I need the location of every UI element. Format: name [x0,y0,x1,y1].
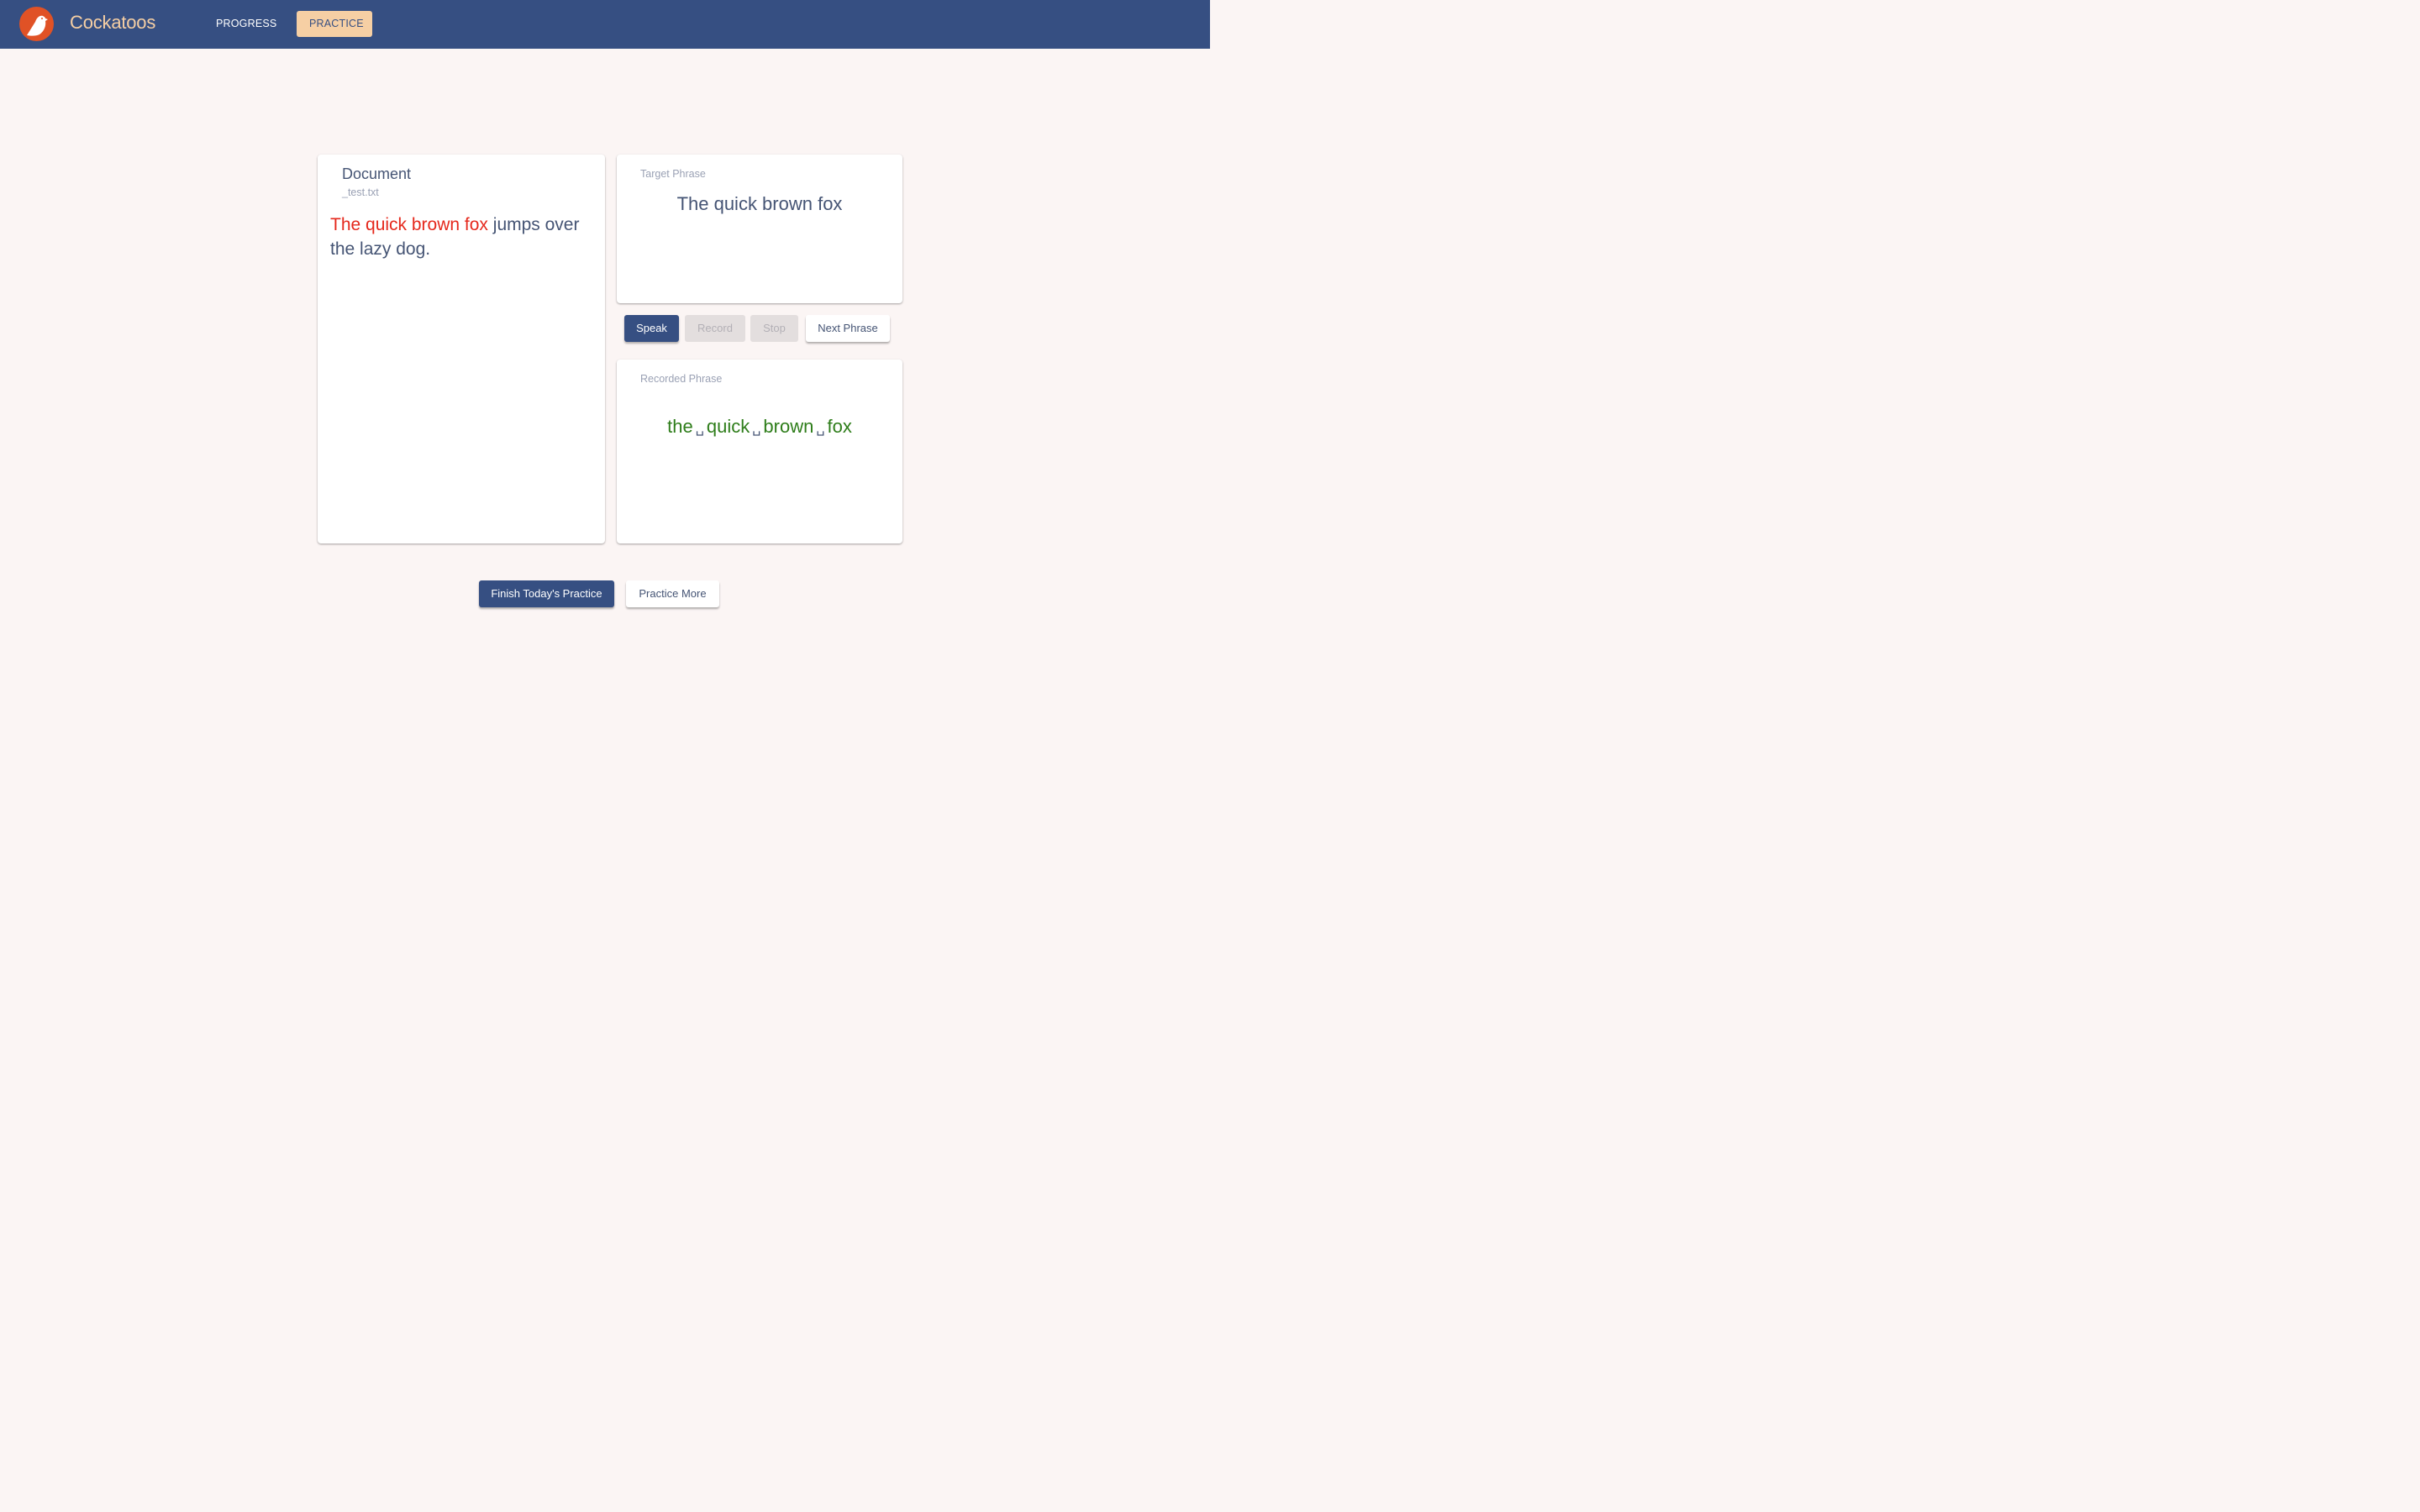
stop-button[interactable]: Stop [750,315,798,342]
target-phrase-card: Target Phrase The quick brown fox [617,155,902,303]
current-phrase-highlight: The quick brown fox [330,215,488,234]
nav-practice[interactable]: PRACTICE [297,11,372,37]
recorded-word: fox [827,416,852,437]
document-filename: _test.txt [342,186,379,198]
next-phrase-button[interactable]: Next Phrase [806,315,890,342]
recorded-word: brown [763,416,814,437]
document-title: Document [342,165,412,182]
recorded-word: the [667,416,693,437]
space-marker-icon: ␣ [816,422,825,436]
record-button[interactable]: Record [685,315,745,342]
space-marker-icon: ␣ [752,422,761,436]
speak-button[interactable]: Speak [624,315,679,342]
recorded-word: quick [706,416,750,437]
cockatoo-bird-icon[interactable] [19,7,54,41]
recorded-phrase-label: Recorded Phrase [640,373,723,385]
recorded-phrase-card: Recorded Phrase the ␣ quick ␣ brown ␣ fox [617,360,902,543]
space-marker-icon: ␣ [695,422,704,436]
recorded-phrase-text: the ␣ quick ␣ brown ␣ fox [617,416,902,438]
finish-practice-button[interactable]: Finish Today's Practice [479,580,614,607]
practice-more-button[interactable]: Practice More [626,580,719,607]
brand-name[interactable]: Cockatoos [70,12,155,34]
nav-progress[interactable]: PROGRESS [203,11,289,37]
document-card: Document _test.txt The quick brown fox j… [318,155,605,543]
top-nav-bar: Cockatoos PROGRESS PRACTICE [0,0,1210,49]
target-phrase-text: The quick brown fox [676,193,843,214]
target-phrase-label: Target Phrase [640,168,706,180]
document-text: The quick brown fox jumps over the lazy … [330,213,582,261]
